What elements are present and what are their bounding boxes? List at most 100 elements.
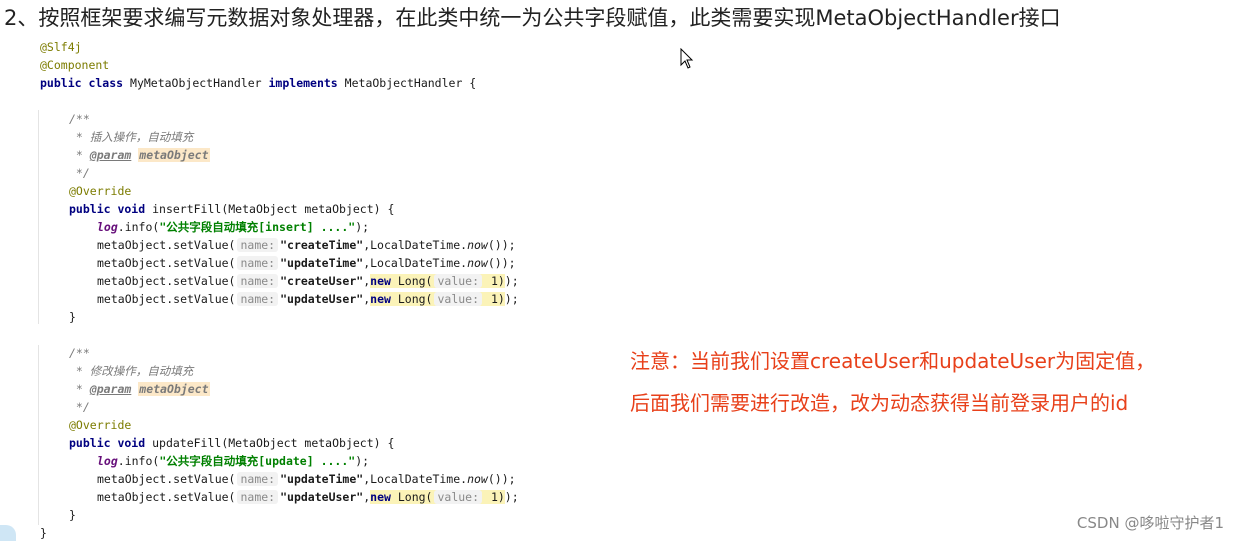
javadoc-param-tag: @param (89, 148, 132, 162)
code-line-comment-param: * @param metaObject (38, 380, 608, 398)
field-string: "updateUser" (280, 292, 364, 306)
value-hint: value: (434, 274, 483, 288)
mouse-cursor-icon (680, 47, 694, 70)
code-line-class-close: } (40, 526, 47, 540)
method-signature: insertFill(MetaObject metaObject) { (145, 202, 395, 216)
log-end: ); (355, 220, 370, 234)
code-line-class-declaration: public class MyMetaObjectHandler impleme… (38, 74, 608, 92)
name-hint: name: (237, 292, 279, 306)
method-signature: updateFill(MetaObject metaObject) { (145, 436, 395, 450)
call-end: ()); (487, 238, 516, 252)
log-call: .info( (117, 454, 160, 468)
long-type: Long( (390, 274, 433, 288)
code-line-comment: */ (69, 166, 90, 180)
long-value: 1) (484, 490, 505, 504)
call-end: ()); (487, 472, 516, 486)
now-method: now (467, 256, 488, 270)
code-line-comment-param: * @param metaObject (38, 146, 608, 164)
corner-decoration (0, 525, 16, 541)
note-line-1: 注意：当前我们设置createUser和updateUser为固定值， (630, 349, 1156, 373)
param-name-highlight: metaObject (138, 382, 210, 396)
code-line-method-signature: public void updateFill(MetaObject metaOb… (38, 434, 608, 452)
comment-prefix: * (69, 382, 90, 396)
code-line-override: @Override (69, 184, 132, 198)
call-end: ); (504, 274, 519, 288)
code-line-override: @Override (69, 418, 132, 432)
watermark: CSDN @哆啦守护者1 (1076, 514, 1224, 532)
code-line-set-value: metaObject.setValue(name: "updateTime",Lo… (38, 470, 608, 488)
value-hint: value: (434, 292, 483, 306)
log-message: "公共字段自动填充[update] ...." (159, 454, 356, 468)
code-line-close-brace: } (69, 310, 76, 324)
code-line-method-signature: public void insertFill(MetaObject metaOb… (38, 200, 608, 218)
log-call: .info( (117, 220, 160, 234)
code-line-comment: /** (69, 346, 90, 360)
code-line-comment: * 修改操作，自动填充 (69, 364, 194, 378)
javadoc-param-tag: @param (89, 382, 132, 396)
field-string: "updateUser" (280, 490, 364, 504)
comment-prefix: * (69, 148, 90, 162)
keyword: new (370, 490, 391, 504)
keyword: implements (268, 76, 338, 90)
name-hint: name: (237, 238, 279, 252)
code-line-set-value: metaObject.setValue(name: "updateUser",ne… (38, 488, 608, 506)
keyword: new (370, 292, 391, 306)
name-hint: name: (237, 256, 279, 270)
now-method: now (467, 238, 488, 252)
field-string: "createTime" (280, 238, 364, 252)
call-prefix: metaObject.setValue( (97, 238, 236, 252)
interface-name: MetaObjectHandler { (337, 76, 477, 90)
long-value: 1) (484, 292, 505, 306)
name-hint: name: (237, 490, 279, 504)
keyword: new (370, 274, 391, 288)
long-type: Long( (390, 490, 433, 504)
long-expression: new Long(value: 1) (370, 292, 505, 306)
code-line-annotation: @Slf4j (40, 40, 82, 54)
call-rest: ,LocalDateTime. (363, 472, 468, 486)
log-field: log (97, 220, 118, 234)
log-end: ); (355, 454, 370, 468)
name-hint: name: (237, 274, 279, 288)
code-line-close-brace: } (69, 508, 76, 522)
keyword: public void (69, 436, 146, 450)
field-string: "createUser" (280, 274, 364, 288)
code-line-set-value: metaObject.setValue(name: "updateUser",ne… (38, 290, 608, 308)
field-string: "updateTime" (280, 256, 364, 270)
call-prefix: metaObject.setValue( (97, 274, 236, 288)
page-heading: 2、按照框架要求编写元数据对象处理器，在此类中统一为公共字段赋值，此类需要实现M… (4, 6, 1061, 30)
code-line-set-value: metaObject.setValue(name: "updateTime",Lo… (38, 254, 608, 272)
keyword: public class (40, 76, 124, 90)
call-prefix: metaObject.setValue( (97, 256, 236, 270)
long-type: Long( (390, 292, 433, 306)
code-line-set-value: metaObject.setValue(name: "createTime",Lo… (38, 236, 608, 254)
code-line-log: log.info("公共字段自动填充[update] ...."); (38, 452, 608, 470)
param-name-highlight: metaObject (138, 148, 210, 162)
long-value: 1) (484, 274, 505, 288)
now-method: now (467, 472, 488, 486)
code-block: @Slf4j @Component public class MyMetaObj… (38, 38, 608, 542)
call-prefix: metaObject.setValue( (97, 292, 236, 306)
name-hint: name: (237, 472, 279, 486)
code-line-annotation: @Component (40, 58, 110, 72)
note-line-2: 后面我们需要进行改造，改为动态获得当前登录用户的id (630, 391, 1129, 415)
value-hint: value: (434, 490, 483, 504)
long-expression: new Long(value: 1) (370, 274, 505, 288)
code-line-comment: /** (69, 112, 90, 126)
call-prefix: metaObject.setValue( (97, 472, 236, 486)
code-line-comment: */ (69, 400, 90, 414)
red-note: 注意：当前我们设置createUser和updateUser为固定值， 后面我们… (630, 340, 1155, 424)
field-string: "updateTime" (280, 472, 364, 486)
long-expression: new Long(value: 1) (370, 490, 505, 504)
call-end: ); (504, 490, 519, 504)
call-rest: ,LocalDateTime. (363, 238, 468, 252)
call-end: ); (504, 292, 519, 306)
call-end: ()); (487, 256, 516, 270)
log-field: log (97, 454, 118, 468)
code-line-comment: * 插入操作，自动填充 (69, 130, 194, 144)
class-name: MyMetaObjectHandler (123, 76, 269, 90)
log-message: "公共字段自动填充[insert] ...." (159, 220, 356, 234)
code-line-log: log.info("公共字段自动填充[insert] ...."); (38, 218, 608, 236)
code-line-set-value: metaObject.setValue(name: "createUser",ne… (38, 272, 608, 290)
